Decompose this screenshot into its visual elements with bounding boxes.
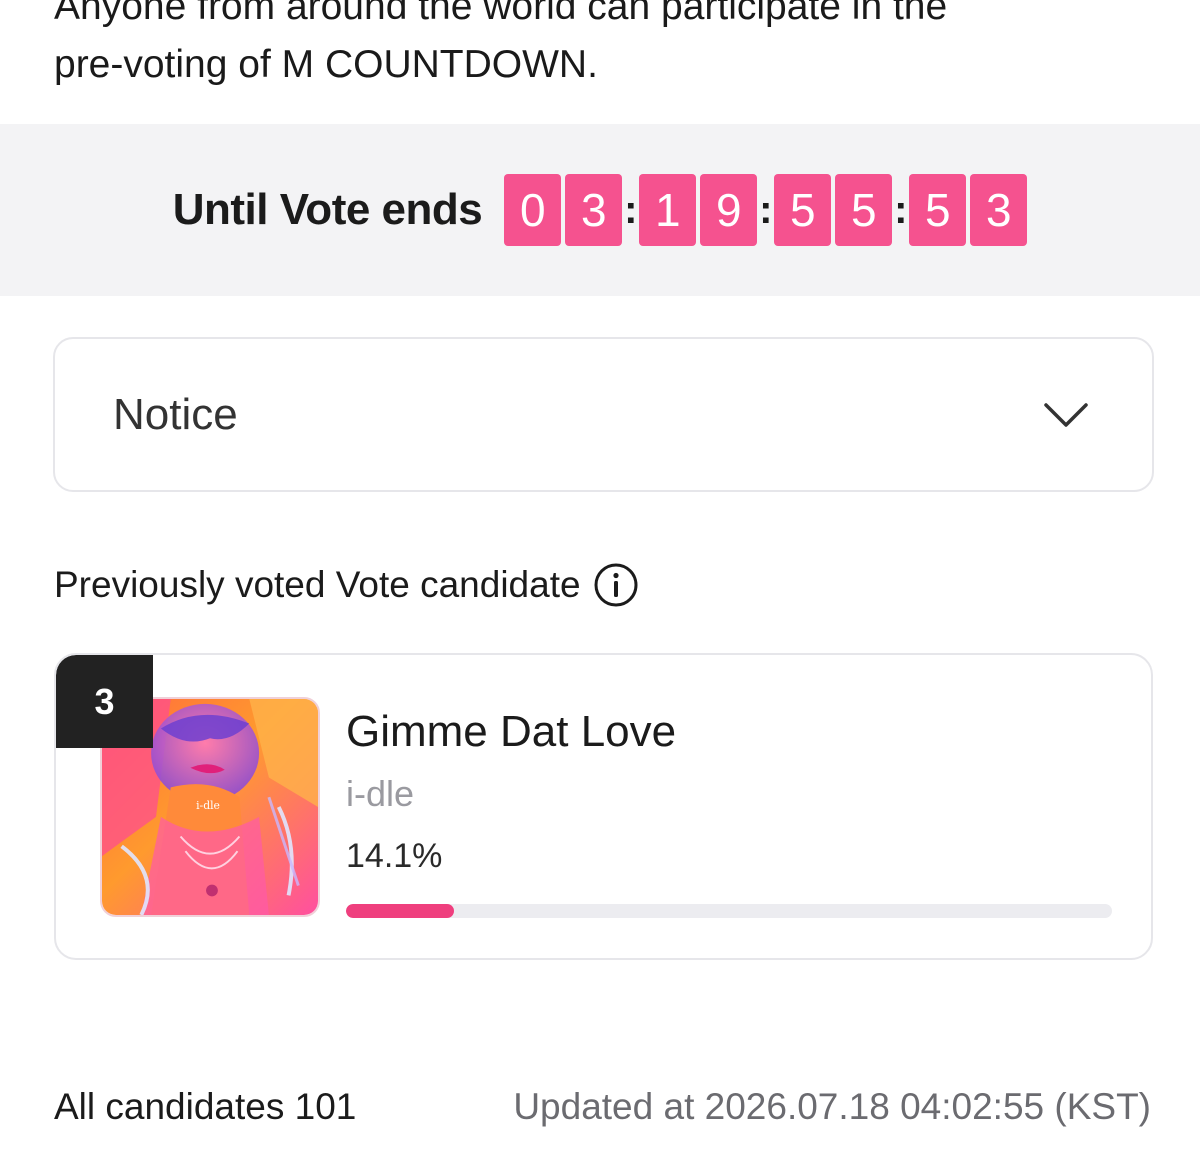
timer-digit-days-tens: 0 [504, 174, 562, 246]
timer-digit-minutes-ones: 5 [835, 174, 893, 246]
notice-label: Notice [113, 389, 238, 439]
vote-progress-fill [346, 904, 454, 918]
timer-digit-hours-tens: 1 [639, 174, 697, 246]
countdown-band: Until Vote ends 0 3 : 1 9 : 5 5 : 5 3 [0, 124, 1200, 296]
artist-name: i-dle [346, 773, 415, 814]
timer-digit-seconds-ones: 3 [970, 174, 1028, 246]
intro-line-2: pre-voting of M COUNTDOWN. [54, 43, 598, 86]
countdown-timer: 0 3 : 1 9 : 5 5 : 5 3 [504, 174, 1028, 246]
info-icon[interactable] [593, 562, 639, 608]
intro-text: Anyone from around the world can partici… [54, 0, 1164, 94]
updated-timestamp: Updated at 2026.07.18 04:02:55 (KST) [513, 1086, 1151, 1127]
previously-voted-heading: Previously voted Vote candidate [54, 562, 639, 608]
list-footer: All candidates 101 Updated at 2026.07.18… [54, 1086, 1151, 1128]
countdown-label: Until Vote ends [172, 185, 483, 234]
chevron-down-icon[interactable] [1042, 400, 1090, 430]
timer-digit-minutes-tens: 5 [774, 174, 832, 246]
timer-separator: : [624, 188, 638, 232]
rank-badge: 3 [56, 655, 153, 748]
timer-digit-hours-ones: 9 [700, 174, 758, 246]
timer-separator: : [894, 188, 908, 232]
vote-percentage: 14.1% [346, 837, 443, 875]
intro-line-1: Anyone from around the world can partici… [54, 0, 948, 28]
timer-digit-days-ones: 3 [565, 174, 623, 246]
vote-progress-bar [346, 904, 1112, 918]
candidate-card[interactable]: 3 i-dle Gimme Dat Love i-dle 14.1% [54, 653, 1153, 960]
song-title: Gimme Dat Love [346, 707, 677, 756]
timer-digit-seconds-tens: 5 [909, 174, 967, 246]
previously-voted-label: Previously voted Vote candidate [54, 564, 581, 605]
album-cover-logo: i-dle [196, 799, 220, 812]
timer-separator: : [759, 188, 773, 232]
all-candidates-count: All candidates 101 [54, 1086, 357, 1127]
notice-accordion[interactable]: Notice [53, 337, 1154, 492]
